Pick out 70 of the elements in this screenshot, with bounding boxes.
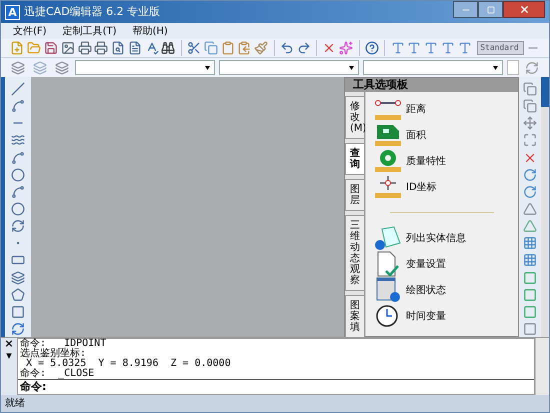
circle-icon[interactable]	[9, 166, 27, 183]
maximize-button[interactable]	[478, 1, 503, 18]
arc-icon[interactable]	[9, 184, 27, 200]
text-style-field[interactable]: Standard	[477, 41, 524, 55]
command-input[interactable]: 命令:	[18, 379, 534, 394]
menu-item[interactable]: 文件(F)	[13, 24, 47, 38]
linetype-dropdown[interactable]	[219, 60, 359, 75]
refresh-icon[interactable]	[9, 320, 27, 338]
close-button[interactable]	[503, 1, 545, 18]
palette-tool-label[interactable]: ID坐标	[406, 180, 437, 194]
torus-icon	[374, 149, 402, 173]
line-icon[interactable]	[9, 81, 27, 98]
brush-icon[interactable]	[252, 39, 270, 57]
command-history-line: X = 5.0325 Y = 8.9196 Z = 0.0000	[26, 359, 232, 369]
maximize-icon	[486, 6, 494, 14]
command-history-line: 命令: _IDPOINT	[19, 339, 108, 349]
caret-icon	[493, 66, 498, 70]
caret-icon	[205, 66, 210, 70]
window-title: 迅捷CAD编辑器 6.2 专业版	[24, 4, 162, 20]
palette-tab[interactable]: 查询	[345, 143, 365, 175]
palette-tool-label[interactable]: 时间变量	[406, 308, 446, 324]
printer-icon[interactable]	[92, 39, 110, 57]
crosshair-icon	[374, 175, 402, 199]
info-document-icon	[374, 225, 402, 251]
minimize-button[interactable]	[453, 1, 478, 18]
image-icon[interactable]	[59, 39, 76, 57]
palette-tool-label[interactable]: 变量设置	[406, 256, 446, 272]
window-info-icon	[374, 277, 402, 303]
palette-tool-label[interactable]: 列出实体信息	[406, 230, 466, 246]
palette-title: 工具选项板	[345, 78, 518, 92]
grid-icon[interactable]	[521, 235, 539, 252]
copy-icon[interactable]	[521, 81, 539, 98]
close-glyph[interactable]: ×	[4, 338, 14, 350]
curve-icon[interactable]	[9, 150, 27, 166]
save-icon[interactable]	[42, 39, 60, 57]
app-logo: A	[5, 4, 20, 20]
scale-icon[interactable]	[521, 132, 539, 149]
palette-tool-label[interactable]: 面积	[406, 128, 426, 142]
palette-tool-label[interactable]: 质量特性	[406, 154, 446, 168]
points-grid-icon[interactable]	[521, 252, 539, 269]
palette-tool-label[interactable]: 绘图状态	[406, 282, 446, 298]
command-history-line: 命令: _CLOSE	[19, 369, 96, 379]
move-icon[interactable]	[521, 115, 539, 132]
rotate-copy-icon[interactable]	[521, 184, 539, 200]
paste-special-icon[interactable]	[236, 39, 253, 57]
distance-icon	[374, 97, 402, 121]
scrollbar[interactable]	[541, 77, 549, 337]
command-scrollbar[interactable]	[535, 338, 549, 395]
copy-icon[interactable]	[202, 39, 220, 57]
polygon-icon[interactable]	[9, 286, 27, 303]
area-icon	[374, 123, 402, 147]
sparkle-icon[interactable]	[338, 39, 355, 57]
layers-icon[interactable]	[9, 58, 27, 76]
polyline-icon[interactable]	[9, 98, 27, 114]
menu-item[interactable]: 帮助(H)	[132, 24, 168, 38]
palette-tab[interactable]: 三维动态观察	[345, 215, 365, 291]
palette-tool-label[interactable]: 距离	[406, 102, 426, 116]
caret-icon	[349, 66, 354, 70]
close-icon	[518, 4, 530, 15]
palette-tab[interactable]: 图层	[345, 179, 365, 211]
print-icon[interactable]	[76, 39, 93, 57]
command-history-line: 选点鉴别坐标:	[19, 349, 86, 359]
binoculars-icon[interactable]	[160, 39, 177, 57]
menu-item[interactable]: 定制工具(T)	[62, 24, 116, 38]
status-text: 就绪	[5, 396, 25, 411]
rotate-icon[interactable]	[521, 166, 539, 183]
help-icon[interactable]	[364, 39, 380, 57]
menu-glyph[interactable]: ▾	[6, 350, 12, 362]
palette-tab[interactable]: 图案填	[345, 295, 365, 338]
color-box[interactable]	[507, 60, 519, 75]
